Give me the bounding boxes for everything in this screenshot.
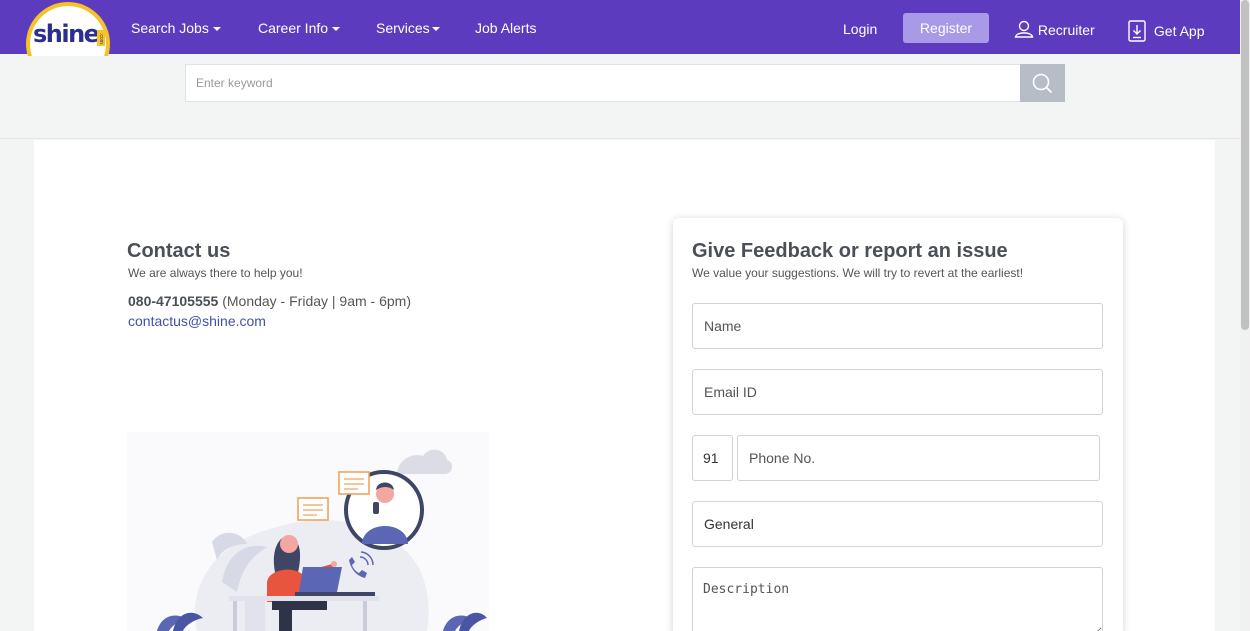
nav-services[interactable]: Services	[376, 20, 440, 36]
nav-search-jobs[interactable]: Search Jobs	[131, 20, 221, 36]
page-scrollbar-thumb[interactable]	[1241, 0, 1249, 330]
top-navbar: shine .com Search Jobs Career Info Servi…	[0, 0, 1240, 56]
contact-subtitle: We are always there to help you!	[128, 266, 303, 280]
search-bar	[185, 64, 1065, 102]
name-field[interactable]	[692, 303, 1103, 349]
email-field[interactable]	[692, 369, 1103, 415]
phone-field[interactable]	[737, 435, 1100, 481]
get-app-link[interactable]: Get App	[1128, 20, 1204, 42]
nav-job-alerts[interactable]: Job Alerts	[475, 20, 536, 36]
contact-title: Contact us	[127, 240, 231, 262]
contact-phone-line: 080-47105555 (Monday - Friday | 9am - 6p…	[128, 293, 411, 309]
recruiter-icon	[1014, 20, 1034, 38]
feedback-subtitle: We value your suggestions. We will try t…	[692, 266, 1024, 280]
feedback-title: Give Feedback or report an issue	[692, 240, 1008, 262]
contact-phone: 080-47105555	[128, 293, 219, 309]
category-select[interactable]: General	[692, 501, 1103, 547]
feedback-form: Give Feedback or report an issue We valu…	[673, 218, 1123, 631]
search-icon	[1032, 73, 1052, 93]
logo-suffix: .com	[97, 30, 105, 46]
download-app-icon	[1128, 20, 1146, 42]
chevron-down-icon	[332, 27, 341, 32]
contact-hours: (Monday - Friday | 9am - 6pm)	[222, 293, 411, 309]
header-divider	[0, 138, 1240, 139]
country-code-field[interactable]: 91	[692, 435, 733, 481]
chevron-down-icon	[212, 27, 221, 32]
contact-email-link[interactable]: contactus@shine.com	[128, 313, 266, 329]
register-button[interactable]: Register	[903, 13, 989, 43]
chevron-down-icon	[431, 27, 440, 32]
login-link[interactable]: Login	[843, 21, 877, 37]
search-input[interactable]	[185, 64, 1020, 102]
search-button[interactable]	[1020, 64, 1065, 102]
customer-support-illustration	[127, 432, 489, 631]
shine-logo[interactable]: shine .com	[26, 0, 110, 56]
nav-career-info[interactable]: Career Info	[258, 20, 341, 36]
logo-text: shine	[33, 20, 100, 48]
description-field[interactable]	[692, 567, 1103, 631]
recruiter-link[interactable]: Recruiter	[1014, 20, 1095, 38]
